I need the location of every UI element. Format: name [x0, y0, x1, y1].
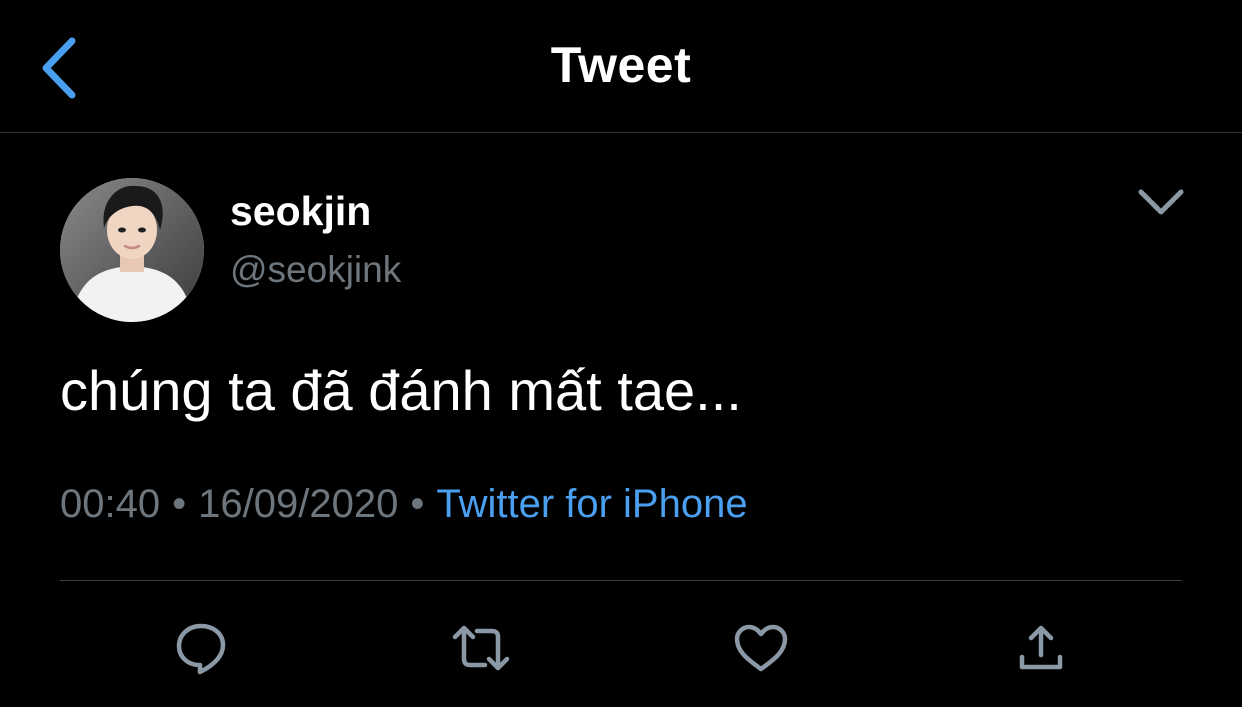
author-handle[interactable]: @seokjink	[230, 249, 401, 291]
author-display-name[interactable]: seokjin	[230, 188, 371, 235]
retweet-button[interactable]	[451, 618, 511, 678]
chevron-down-icon	[1138, 189, 1184, 215]
reply-icon	[176, 623, 226, 675]
tweet-date: 16/09/2020	[198, 482, 399, 526]
avatar-image	[60, 178, 204, 322]
tweet-time: 00:40	[60, 482, 161, 526]
navigation-bar: Tweet	[0, 0, 1242, 133]
like-button[interactable]	[731, 618, 791, 678]
reply-button[interactable]	[171, 618, 231, 678]
avatar[interactable]	[60, 178, 204, 322]
like-icon	[734, 624, 788, 672]
tweet-options-button[interactable]	[1132, 178, 1190, 226]
tweet-source-link[interactable]: Twitter for iPhone	[436, 482, 747, 526]
page-title: Tweet	[550, 37, 692, 93]
share-button[interactable]	[1011, 618, 1071, 678]
meta-separator: •	[172, 482, 187, 526]
retweet-icon	[452, 625, 510, 671]
divider	[60, 580, 1182, 581]
tweet-text: chúng ta đã đánh mất tae...	[60, 359, 742, 422]
tweet-meta: 00:40 • 16/09/2020 • Twitter for iPhone	[60, 482, 748, 527]
share-icon	[1019, 625, 1063, 670]
meta-separator: •	[410, 482, 425, 526]
